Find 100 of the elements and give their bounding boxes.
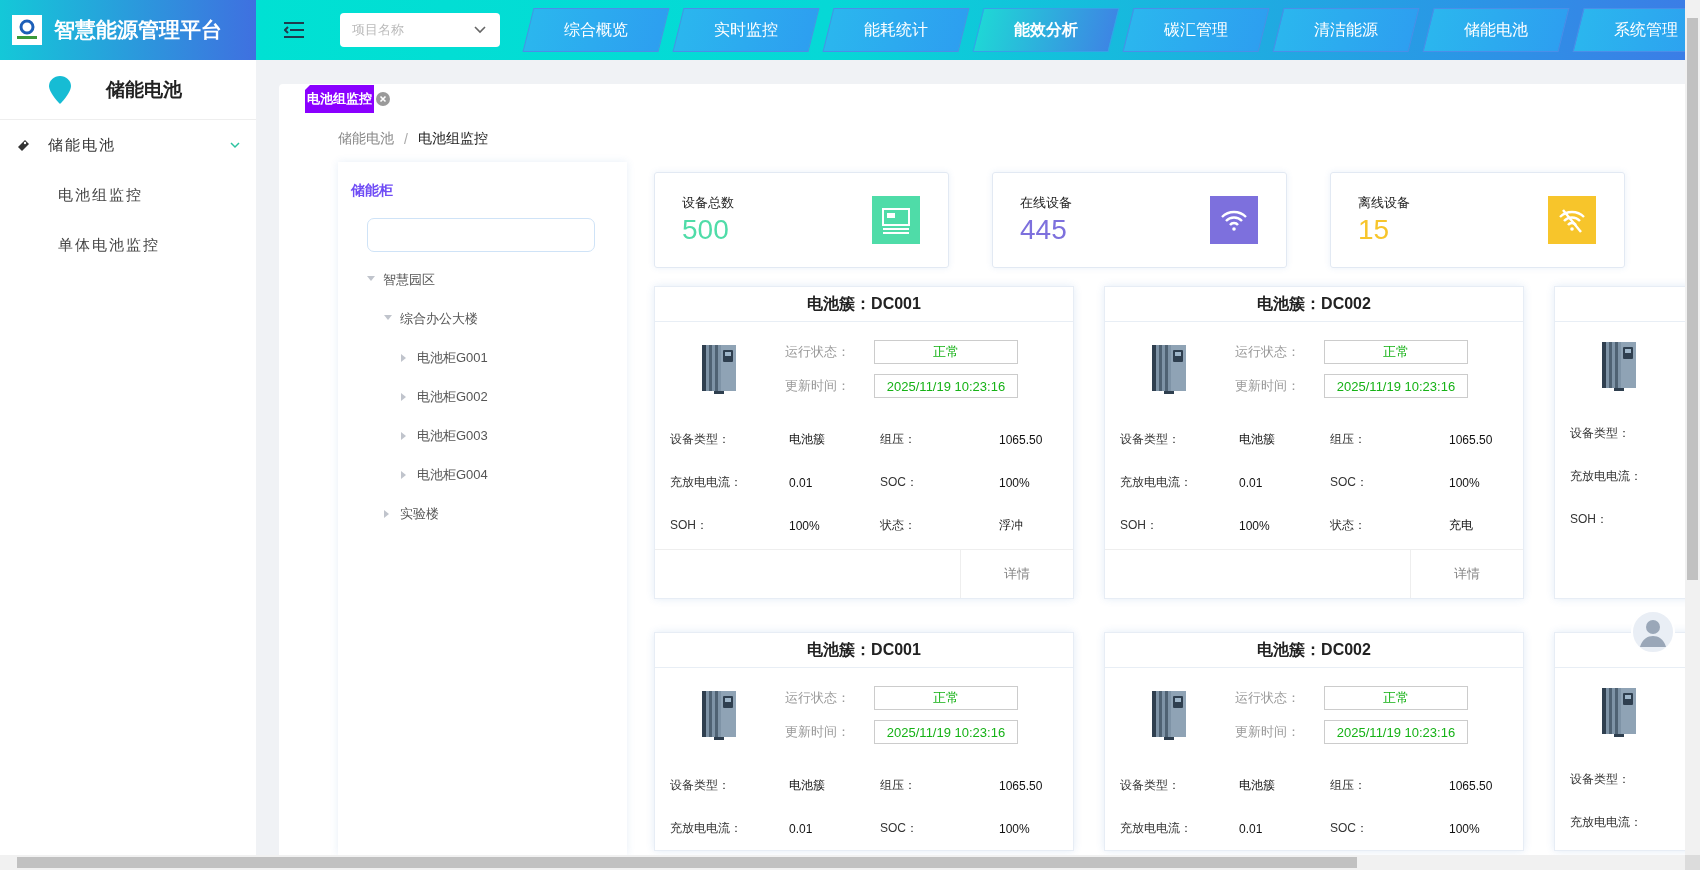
field-value: 100% [789, 518, 820, 533]
field-label: 设备类型： [1120, 431, 1181, 448]
close-icon[interactable] [376, 92, 390, 106]
page-tab[interactable]: 电池组监控 [305, 85, 374, 113]
wifi-off-icon [1548, 196, 1596, 244]
breadcrumb-current: 电池组监控 [417, 130, 488, 148]
field-label: 状态： [1330, 517, 1367, 534]
field-value: 1065.50 [999, 778, 1043, 793]
avatar-icon[interactable] [1631, 610, 1675, 654]
nav-tab[interactable]: 碳汇管理 [1122, 8, 1270, 52]
field-label: 组压： [880, 431, 917, 448]
cabinet-icon [1149, 343, 1189, 395]
menu-group[interactable]: 储能电池 [0, 120, 256, 170]
tree-node[interactable]: 实验楼 [400, 504, 439, 523]
field-label: 更新时间： [1235, 723, 1301, 741]
field-label: 设备类型： [1570, 425, 1631, 442]
field-label: 更新时间： [1235, 377, 1301, 395]
tag-icon [16, 138, 30, 152]
field-value: 电池簇 [789, 431, 825, 448]
nav-tab[interactable]: 储能电池 [1422, 8, 1570, 52]
tree-node[interactable]: 电池柜G002 [417, 387, 488, 406]
breadcrumb-link[interactable]: 储能电池 [338, 130, 394, 148]
field-label: 组压： [1330, 777, 1367, 794]
stat-label: 设备总数 [682, 194, 734, 212]
menu-item[interactable]: 单体电池监控 [0, 220, 256, 270]
tree-node[interactable]: 电池柜G001 [417, 348, 488, 367]
field-label: SOC： [1330, 820, 1369, 837]
nav-tab[interactable]: 系统管理 [1572, 8, 1685, 52]
field-label: 设备类型： [1120, 777, 1181, 794]
field-label: 运行状态： [1235, 689, 1301, 707]
field-label: 运行状态： [785, 343, 851, 361]
tree-search-field[interactable] [367, 218, 595, 252]
card-title: 电池簇：DC001 [807, 293, 921, 314]
cabinet-icon [1599, 686, 1639, 738]
wifi-icon [1210, 196, 1258, 244]
card-title: 电池簇：DC001 [807, 639, 921, 660]
chevron-down-icon [230, 141, 240, 149]
horizontal-scrollbar[interactable] [0, 855, 1685, 870]
menu-collapse-icon[interactable] [284, 22, 304, 38]
nav-tab[interactable]: 实时监控 [672, 8, 820, 52]
nav-tab[interactable]: 综合概览 [522, 8, 670, 52]
field-label: 充放电电流： [1570, 814, 1643, 831]
field-label: 更新时间： [785, 377, 851, 395]
id-card-icon [872, 196, 920, 244]
status-value: 正常 [1324, 686, 1468, 710]
field-label: SOC： [880, 474, 919, 491]
field-value: 0.01 [1239, 821, 1263, 836]
field-value: 100% [999, 821, 1030, 836]
stat-value: 445 [1020, 214, 1068, 246]
stat-value: 15 [1358, 214, 1391, 246]
field-label: 组压： [880, 777, 917, 794]
field-label: SOH： [1570, 511, 1609, 528]
cabinet-icon [699, 689, 739, 741]
field-label: 充放电电流： [670, 820, 743, 837]
tree-node[interactable]: 电池柜G003 [417, 426, 488, 445]
field-value: 电池簇 [1239, 431, 1275, 448]
breadcrumb-separator: / [404, 131, 408, 147]
details-button[interactable]: 详情 [960, 550, 1073, 598]
tree-node[interactable]: 电池柜G004 [417, 465, 488, 484]
field-value: 0.01 [789, 475, 813, 490]
scrollbar-corner [1685, 855, 1700, 870]
menu-item[interactable]: 电池组监控 [0, 170, 256, 220]
stat-value: 500 [682, 214, 730, 246]
cabinet-icon [1599, 340, 1639, 392]
field-label: 组压： [1330, 431, 1367, 448]
field-label: 充放电电流： [1120, 474, 1193, 491]
tree-title: 储能柜 [351, 182, 394, 200]
nav-tab[interactable]: 能效分析 [972, 8, 1120, 52]
field-value: 1065.50 [1449, 778, 1493, 793]
cabinet-icon [699, 343, 739, 395]
field-value: 1065.50 [1449, 432, 1493, 447]
time-value: 2025/11/19 10:23:16 [1324, 374, 1468, 398]
time-value: 2025/11/19 10:23:16 [874, 374, 1018, 398]
field-label: SOC： [1330, 474, 1369, 491]
field-label: 充放电电流： [1120, 820, 1193, 837]
status-value: 正常 [1324, 340, 1468, 364]
cabinet-icon [1149, 689, 1189, 741]
tree-node[interactable]: 综合办公大楼 [400, 309, 478, 328]
sidebar-title: 储能电池 [106, 77, 182, 102]
map-pin-icon [48, 74, 72, 105]
field-value: 电池簇 [1239, 777, 1275, 794]
app-title: 智慧能源管理平台 [54, 17, 222, 43]
field-label: SOH： [670, 517, 709, 534]
field-label: 充放电电流： [670, 474, 743, 491]
field-value: 1065.50 [999, 432, 1043, 447]
vertical-scrollbar[interactable] [1685, 0, 1700, 855]
tree-node[interactable]: 智慧园区 [383, 270, 435, 289]
field-label: 运行状态： [1235, 343, 1301, 361]
project-select[interactable]: 项目名称 [340, 13, 500, 47]
time-value: 2025/11/19 10:23:16 [874, 720, 1018, 744]
card-title: 电池簇：DC002 [1257, 639, 1371, 660]
field-label: 更新时间： [785, 723, 851, 741]
field-value: 100% [1239, 518, 1270, 533]
nav-tab[interactable]: 能耗统计 [822, 8, 970, 52]
field-label: 充放电电流： [1570, 468, 1643, 485]
field-label: SOC： [880, 820, 919, 837]
nav-tab[interactable]: 清洁能源 [1272, 8, 1420, 52]
field-label: 设备类型： [1570, 771, 1631, 788]
field-value: 0.01 [1239, 475, 1263, 490]
details-button[interactable]: 详情 [1410, 550, 1523, 598]
